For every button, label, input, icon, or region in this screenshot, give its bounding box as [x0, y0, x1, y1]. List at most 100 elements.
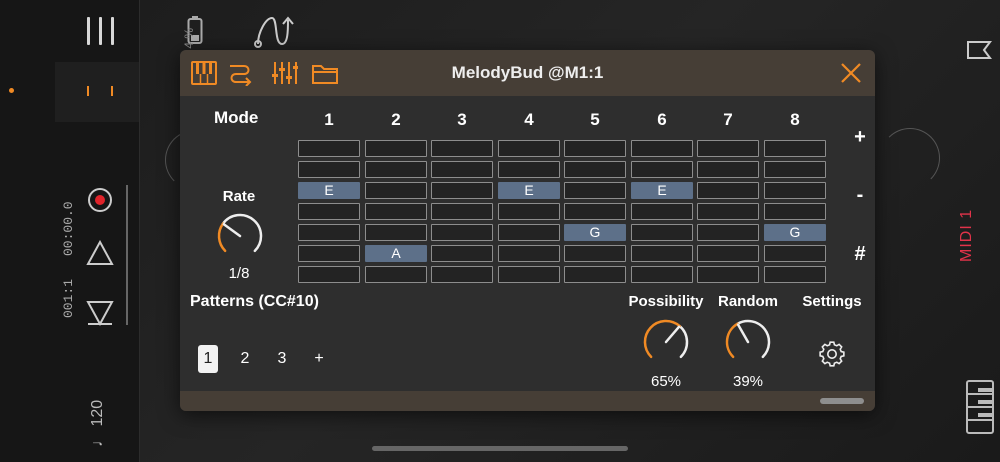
column-number: 6 [657, 110, 667, 129]
sharp-button[interactable]: # [848, 243, 872, 266]
time-display: 00:00.0 [61, 201, 76, 256]
note-cell[interactable] [697, 140, 759, 157]
mode-label: Mode [214, 108, 259, 127]
note-cell[interactable] [631, 140, 693, 157]
note-cell[interactable] [298, 266, 360, 283]
random-label: Random [718, 293, 778, 310]
midi-track-label: MIDI 1 [958, 208, 975, 262]
rewind-icon[interactable] [86, 298, 114, 326]
minus-button[interactable]: - [848, 184, 872, 207]
note-cell[interactable] [697, 182, 759, 199]
note-cell[interactable] [431, 182, 493, 199]
pattern-button[interactable]: 3 [272, 345, 292, 373]
note-cell[interactable] [298, 224, 360, 241]
note-cell[interactable] [631, 224, 693, 241]
rate-label: Rate [222, 188, 256, 205]
note-cell[interactable] [365, 224, 427, 241]
note-cell[interactable] [631, 245, 693, 262]
possibility-value: 65% [650, 373, 682, 390]
plus-button[interactable]: + [848, 126, 872, 149]
note-cell[interactable] [498, 140, 560, 157]
resize-handle[interactable] [820, 398, 864, 404]
note-cell[interactable] [764, 266, 826, 283]
note-cell[interactable] [431, 140, 493, 157]
random-knob[interactable] [722, 316, 774, 368]
note-cell[interactable] [564, 266, 626, 283]
record-icon [95, 195, 105, 205]
note-cell[interactable] [498, 224, 560, 241]
column-number: 3 [457, 110, 467, 129]
track-slot-selected[interactable] [55, 62, 139, 122]
note-cell[interactable] [564, 245, 626, 262]
note-cell[interactable] [298, 140, 360, 157]
note-cell-active[interactable]: G [764, 224, 826, 241]
pattern-button[interactable]: 1 [198, 345, 218, 373]
possibility-knob[interactable] [640, 316, 692, 368]
random-value: 39% [732, 373, 764, 390]
note-cell[interactable] [498, 161, 560, 178]
pattern-button[interactable]: 2 [235, 345, 255, 373]
routing-icon[interactable] [254, 14, 294, 48]
note-cell[interactable] [564, 203, 626, 220]
note-cell[interactable] [431, 245, 493, 262]
note-cell[interactable] [764, 203, 826, 220]
note-cell[interactable] [431, 203, 493, 220]
column-number: 8 [790, 110, 800, 129]
rate-knob[interactable] [214, 210, 266, 262]
note-cell[interactable] [365, 182, 427, 199]
note-cell[interactable] [697, 161, 759, 178]
possibility-label: Possibility [628, 293, 704, 310]
column-number: 7 [723, 110, 733, 129]
note-cell-active[interactable]: E [631, 182, 693, 199]
note-cell[interactable] [298, 245, 360, 262]
gear-icon[interactable] [817, 339, 847, 369]
patterns-label: Patterns (CC#10) [190, 293, 319, 310]
note-cell[interactable] [764, 161, 826, 178]
flag-icon[interactable] [966, 40, 992, 62]
note-cell-active[interactable]: E [298, 182, 360, 199]
note-cell[interactable] [764, 245, 826, 262]
note-cell[interactable] [697, 224, 759, 241]
note-cell[interactable] [298, 161, 360, 178]
note-cell[interactable] [498, 245, 560, 262]
tempo-display[interactable]: ♩ 120 [89, 400, 107, 447]
note-cell[interactable] [564, 182, 626, 199]
note-cell[interactable] [631, 161, 693, 178]
transport-divider [126, 185, 128, 325]
plugin-title: MelodyBud @M1:1 [451, 63, 604, 82]
note-cell[interactable] [365, 203, 427, 220]
note-cell[interactable] [498, 266, 560, 283]
plugin-footer [180, 391, 875, 411]
play-icon[interactable] [86, 240, 114, 266]
track-indicator-dot [9, 88, 14, 93]
note-cell-active[interactable]: A [365, 245, 427, 262]
note-cell[interactable] [365, 161, 427, 178]
note-cell[interactable] [564, 140, 626, 157]
column-number: 4 [524, 110, 534, 129]
add-pattern-button[interactable]: + [309, 345, 329, 373]
note-cell[interactable] [697, 203, 759, 220]
plugin-window: MelodyBud @M1:1 Mode 12345678 EEEGGA + -… [180, 50, 875, 411]
close-icon[interactable] [838, 60, 864, 86]
note-cell[interactable] [498, 203, 560, 220]
settings-label: Settings [802, 293, 862, 310]
note-cell[interactable] [764, 140, 826, 157]
home-indicator [372, 446, 628, 451]
note-cell[interactable] [631, 203, 693, 220]
note-cell[interactable] [298, 203, 360, 220]
note-cell-active[interactable]: E [498, 182, 560, 199]
note-cell-active[interactable]: G [564, 224, 626, 241]
note-cell[interactable] [697, 266, 759, 283]
note-cell[interactable] [431, 224, 493, 241]
rate-value: 1/8 [228, 265, 250, 282]
note-cell[interactable] [365, 266, 427, 283]
note-cell[interactable] [365, 140, 427, 157]
note-cell[interactable] [431, 266, 493, 283]
keyboard-icon[interactable] [966, 380, 994, 434]
note-cell[interactable] [764, 182, 826, 199]
note-cell[interactable] [431, 161, 493, 178]
note-cell[interactable] [697, 245, 759, 262]
note-cell[interactable] [631, 266, 693, 283]
column-number: 2 [391, 110, 401, 129]
note-cell[interactable] [564, 161, 626, 178]
